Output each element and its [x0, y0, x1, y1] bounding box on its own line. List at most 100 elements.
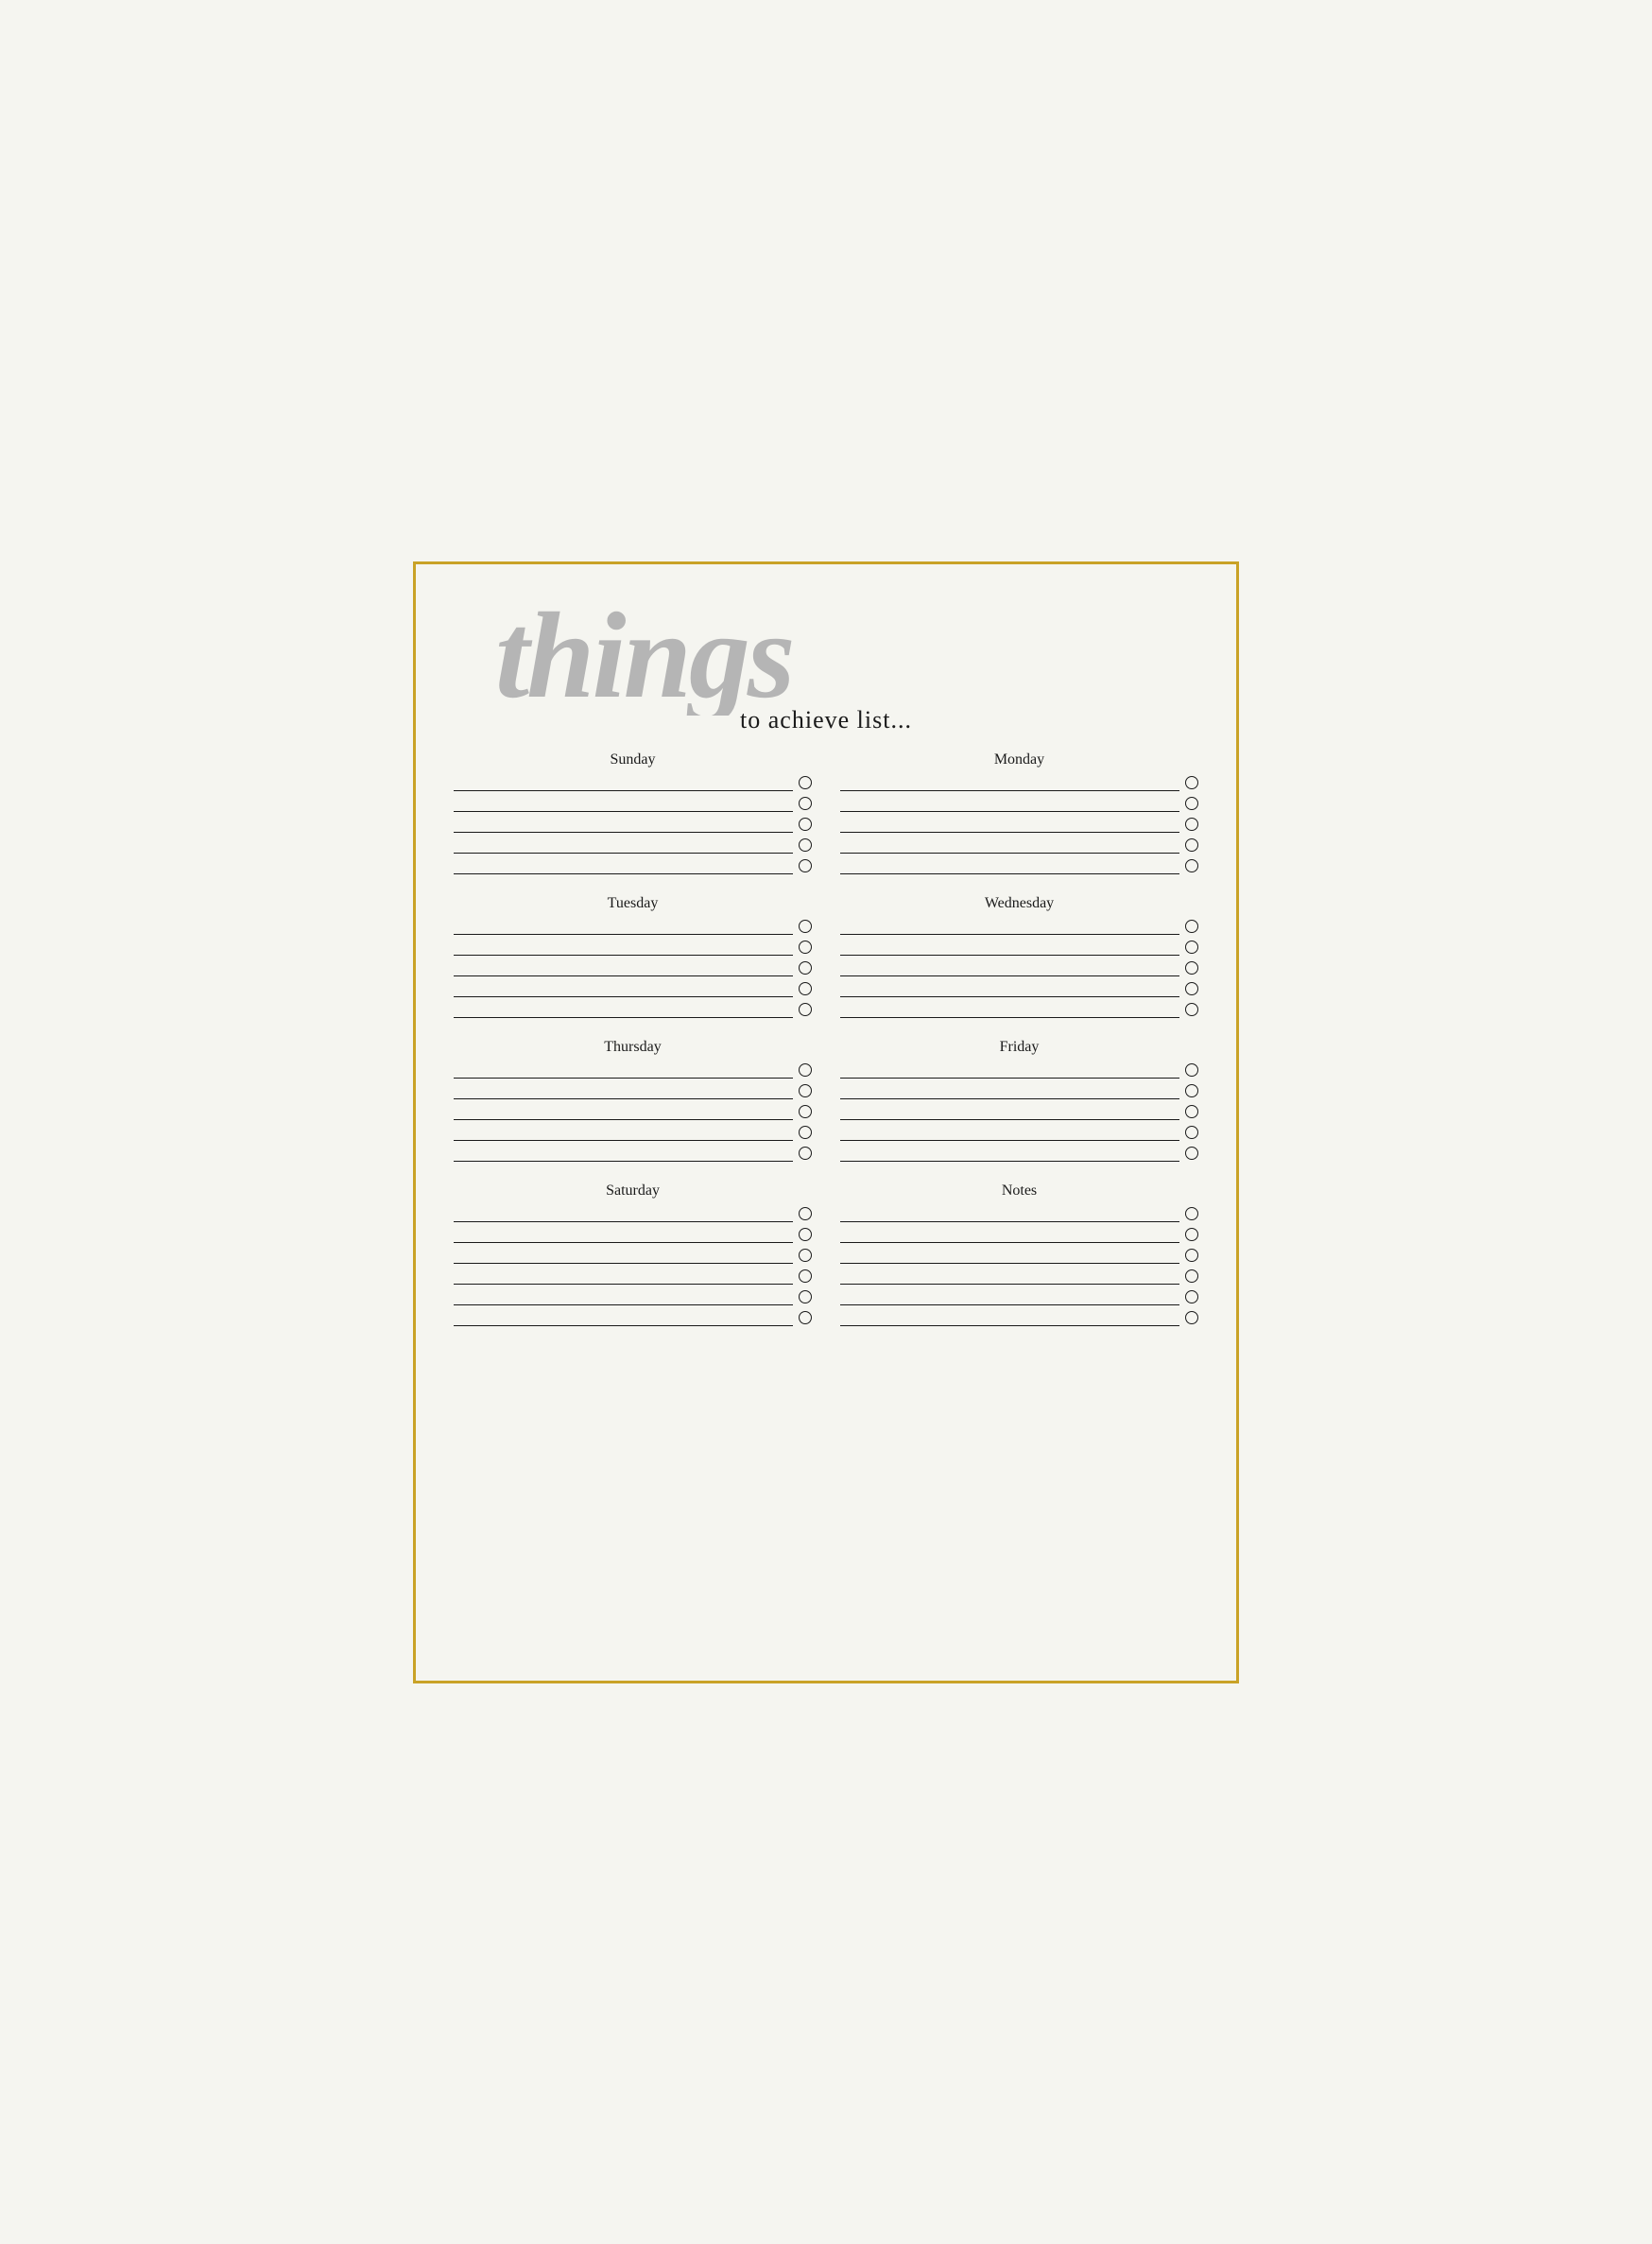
task-circle[interactable]: [1185, 920, 1198, 933]
task-row[interactable]: [840, 1247, 1198, 1264]
task-circle[interactable]: [1185, 1063, 1198, 1077]
task-circle[interactable]: [799, 1207, 812, 1220]
task-circle[interactable]: [1185, 1311, 1198, 1324]
task-circle[interactable]: [799, 961, 812, 975]
task-row[interactable]: [840, 1124, 1198, 1141]
task-row[interactable]: [454, 1082, 812, 1099]
task-circle[interactable]: [1185, 961, 1198, 975]
task-row[interactable]: [840, 1145, 1198, 1162]
task-row[interactable]: [454, 980, 812, 997]
task-circle[interactable]: [1185, 776, 1198, 789]
task-row[interactable]: [454, 1205, 812, 1222]
task-circle[interactable]: [1185, 818, 1198, 831]
task-circle[interactable]: [799, 776, 812, 789]
task-row[interactable]: [454, 1145, 812, 1162]
task-row[interactable]: [454, 795, 812, 812]
task-line: [454, 795, 793, 812]
task-circle[interactable]: [799, 838, 812, 852]
task-row[interactable]: [840, 1309, 1198, 1326]
task-line: [454, 1309, 793, 1326]
task-circle[interactable]: [799, 818, 812, 831]
task-row[interactable]: [840, 1001, 1198, 1018]
task-row[interactable]: [454, 1247, 812, 1264]
task-row[interactable]: [454, 1103, 812, 1120]
task-row[interactable]: [840, 1082, 1198, 1099]
task-circle[interactable]: [1185, 982, 1198, 995]
task-row[interactable]: [454, 939, 812, 956]
task-row[interactable]: [840, 1268, 1198, 1285]
task-row[interactable]: [840, 774, 1198, 791]
task-circle[interactable]: [799, 920, 812, 933]
task-circle[interactable]: [1185, 941, 1198, 954]
task-line: [454, 918, 793, 935]
task-row[interactable]: [840, 959, 1198, 976]
task-circle[interactable]: [1185, 1290, 1198, 1303]
task-row[interactable]: [840, 939, 1198, 956]
task-row[interactable]: [840, 1103, 1198, 1120]
task-line: [840, 816, 1179, 833]
task-circle[interactable]: [1185, 1228, 1198, 1241]
task-line: [840, 837, 1179, 854]
task-rows-monday: [840, 774, 1198, 878]
task-row[interactable]: [454, 837, 812, 854]
task-circle[interactable]: [1185, 1249, 1198, 1262]
task-circle[interactable]: [1185, 1269, 1198, 1283]
task-row[interactable]: [840, 816, 1198, 833]
task-circle[interactable]: [1185, 797, 1198, 810]
task-row[interactable]: [454, 918, 812, 935]
task-row[interactable]: [840, 837, 1198, 854]
task-row[interactable]: [454, 774, 812, 791]
task-circle[interactable]: [799, 1003, 812, 1016]
task-line: [840, 857, 1179, 874]
task-circle[interactable]: [799, 1311, 812, 1324]
task-line: [454, 1247, 793, 1264]
task-circle[interactable]: [799, 982, 812, 995]
task-circle[interactable]: [1185, 1084, 1198, 1097]
task-circle[interactable]: [799, 1063, 812, 1077]
task-row[interactable]: [454, 816, 812, 833]
task-rows-tuesday: [454, 918, 812, 1022]
task-circle[interactable]: [1185, 1126, 1198, 1139]
task-line: [840, 1082, 1179, 1099]
task-circle[interactable]: [1185, 1207, 1198, 1220]
task-line: [454, 1268, 793, 1285]
task-circle[interactable]: [799, 1084, 812, 1097]
task-row[interactable]: [840, 918, 1198, 935]
task-circle[interactable]: [799, 941, 812, 954]
things-title: things: [467, 583, 1185, 716]
task-row[interactable]: [840, 1205, 1198, 1222]
task-row[interactable]: [454, 959, 812, 976]
task-line: [840, 1247, 1179, 1264]
task-circle[interactable]: [799, 859, 812, 872]
task-circle[interactable]: [1185, 859, 1198, 872]
task-circle[interactable]: [799, 1105, 812, 1118]
task-row[interactable]: [454, 1268, 812, 1285]
task-circle[interactable]: [799, 1249, 812, 1262]
task-row[interactable]: [454, 1226, 812, 1243]
task-line: [454, 1205, 793, 1222]
task-line: [840, 1309, 1179, 1326]
task-row[interactable]: [840, 1288, 1198, 1305]
task-row[interactable]: [454, 1124, 812, 1141]
task-circle[interactable]: [1185, 1003, 1198, 1016]
task-row[interactable]: [840, 795, 1198, 812]
task-row[interactable]: [840, 857, 1198, 874]
task-row[interactable]: [454, 1001, 812, 1018]
task-circle[interactable]: [799, 1228, 812, 1241]
task-circle[interactable]: [799, 1147, 812, 1160]
task-row[interactable]: [454, 857, 812, 874]
task-row[interactable]: [840, 1226, 1198, 1243]
task-circle[interactable]: [799, 797, 812, 810]
task-row[interactable]: [454, 1309, 812, 1326]
task-row[interactable]: [840, 980, 1198, 997]
task-circle[interactable]: [799, 1126, 812, 1139]
task-row[interactable]: [454, 1288, 812, 1305]
task-line: [840, 1103, 1179, 1120]
task-row[interactable]: [454, 1062, 812, 1079]
task-circle[interactable]: [1185, 838, 1198, 852]
task-circle[interactable]: [1185, 1105, 1198, 1118]
task-circle[interactable]: [1185, 1147, 1198, 1160]
task-circle[interactable]: [799, 1269, 812, 1283]
task-row[interactable]: [840, 1062, 1198, 1079]
task-circle[interactable]: [799, 1290, 812, 1303]
